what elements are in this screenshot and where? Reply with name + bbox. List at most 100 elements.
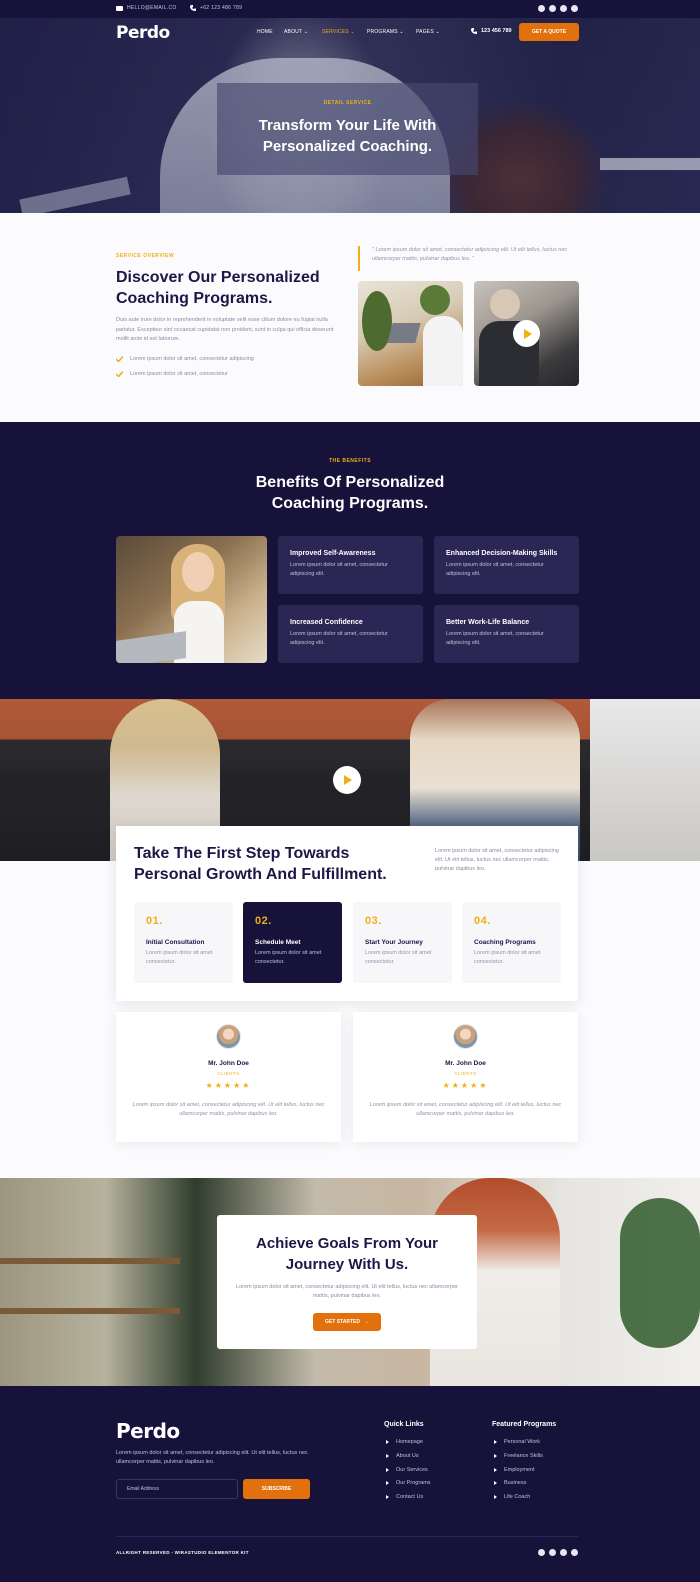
- facebook-icon[interactable]: [538, 1549, 545, 1556]
- testimonial-card: Mr. John Doe CLIENTS ★★★★★ Lorem ipsum d…: [116, 1012, 341, 1142]
- footer-link-label: Personal Work: [504, 1439, 540, 1445]
- step-text: Lorem ipsum dolor sit amet consectetur.: [255, 950, 322, 965]
- arrow-right-icon: →: [363, 1319, 369, 1325]
- twitter-icon[interactable]: [549, 5, 556, 12]
- benefit-text: Lorem ipsum dolor sit amet, consectetur …: [446, 562, 544, 577]
- benefit-text: Lorem ipsum dolor sit amet, consectetur …: [290, 562, 388, 577]
- featured-programs-heading: Featured Programs: [492, 1421, 557, 1428]
- get-started-label: GET STARTED: [325, 1319, 360, 1325]
- steps-title-line: Personal Growth And Fulfillment.: [134, 866, 387, 883]
- testimonial-role: CLIENTS: [217, 1071, 240, 1076]
- caret-right-icon: [386, 1468, 389, 1472]
- caret-right-icon: [494, 1481, 497, 1485]
- footer-link-label: Business: [504, 1480, 527, 1486]
- footer-link-label: Contact Us: [396, 1494, 424, 1500]
- hero-light: [19, 176, 131, 213]
- subscribe-button[interactable]: SUBSCRIBE: [243, 1479, 310, 1499]
- phone-icon: [471, 28, 477, 34]
- benefits-title: Benefits Of Personalized Coaching Progra…: [0, 472, 700, 514]
- topbar-phone[interactable]: +62 123 486 789: [190, 5, 242, 11]
- footer-link-label: Employment: [504, 1467, 535, 1473]
- topbar-email[interactable]: HELLO@EMAIL.CO: [116, 5, 177, 11]
- pinterest-icon[interactable]: [571, 1549, 578, 1556]
- footer-link-label: Freelance Skills: [504, 1453, 543, 1459]
- topbar-email-text: HELLO@EMAIL.CO: [127, 5, 177, 11]
- topbar-phone-text: +62 123 486 789: [200, 5, 243, 11]
- benefit-card: Increased Confidence Lorem ipsum dolor s…: [278, 605, 423, 663]
- logo[interactable]: Perdo: [116, 23, 170, 43]
- get-started-button[interactable]: GET STARTED →: [313, 1313, 381, 1331]
- caret-right-icon: [494, 1454, 497, 1458]
- overview-quote: " Lorem ipsum dolor sit amet, consectetu…: [358, 246, 578, 271]
- hero-light: [600, 158, 700, 170]
- footer-program-link[interactable]: Employment: [494, 1467, 535, 1473]
- play-icon[interactable]: [513, 320, 540, 347]
- step-text: Lorem ipsum dolor sit amet consectetur.: [146, 950, 213, 965]
- nav-services[interactable]: SERVICES ⌄: [322, 29, 355, 35]
- footer-link[interactable]: About Us: [386, 1453, 419, 1459]
- footer-logo[interactable]: Perdo: [116, 1419, 180, 1443]
- step-title: Start Your Journey: [365, 939, 423, 946]
- footer-link-label: Life Coach: [504, 1494, 531, 1500]
- step-title: Coaching Programs: [474, 939, 536, 946]
- steps-title-line: Take The First Step Towards: [134, 845, 350, 862]
- steps-text: Lorem ipsum dolor sit amet, consectetur …: [435, 848, 559, 872]
- avatar: [453, 1024, 478, 1049]
- writing-video-thumbnail[interactable]: [474, 281, 579, 386]
- step-card[interactable]: 01. Initial Consultation Lorem ipsum dol…: [134, 902, 233, 983]
- footer-link[interactable]: Contact Us: [386, 1494, 423, 1500]
- achieve-box: Achieve Goals From Your Journey With Us.…: [217, 1215, 477, 1349]
- benefit-title: Increased Confidence: [290, 619, 363, 626]
- benefit-title: Enhanced Decision-Making Skills: [446, 550, 558, 557]
- youtube-icon[interactable]: [560, 1549, 567, 1556]
- footer-divider: [116, 1536, 578, 1537]
- footer-link[interactable]: Our Programs: [386, 1480, 431, 1486]
- step-number: 02.: [255, 915, 272, 927]
- footer-link[interactable]: Our Services: [386, 1467, 428, 1473]
- star-rating-icon: ★★★★★: [205, 1081, 252, 1090]
- testimonial-name: Mr. John Doe: [208, 1060, 249, 1067]
- testimonial-role: CLIENTS: [454, 1071, 477, 1076]
- footer-program-link[interactable]: Life Coach: [494, 1494, 530, 1500]
- footer-link-label: About Us: [396, 1453, 419, 1459]
- phone-icon: [190, 5, 196, 11]
- footer-program-link[interactable]: Personal Work: [494, 1439, 540, 1445]
- play-icon[interactable]: [333, 766, 361, 794]
- check-text: Lorem ipsum dolor sit amet, consectetur: [130, 371, 228, 377]
- footer-program-link[interactable]: Business: [494, 1480, 526, 1486]
- nav-pages[interactable]: PAGES ⌄: [416, 29, 440, 35]
- nav-programs[interactable]: PROGRAMS ⌄: [367, 29, 404, 35]
- benefit-text: Lorem ipsum dolor sit amet, consectetur …: [290, 631, 388, 646]
- hero-eyebrow: DETAIL SERVICE: [323, 100, 372, 106]
- nav-home[interactable]: HOME: [257, 29, 273, 35]
- achieve-text: Lorem ipsum dolor sit amet, consectetur …: [236, 1284, 458, 1299]
- footer-link-label: Our Programs: [396, 1480, 431, 1486]
- step-card[interactable]: 03. Start Your Journey Lorem ipsum dolor…: [353, 902, 452, 983]
- benefit-title: Improved Self-Awareness: [290, 550, 376, 557]
- step-text: Lorem ipsum dolor sit amet consectetur.: [365, 950, 432, 965]
- footer-link[interactable]: Homepage: [386, 1439, 423, 1445]
- testimonial-card: Mr. John Doe CLIENTS ★★★★★ Lorem ipsum d…: [353, 1012, 578, 1142]
- footer-program-link[interactable]: Freelance Skills: [494, 1453, 543, 1459]
- overview-title-line: Discover Our Personalized: [116, 269, 320, 286]
- hero-title-box: DETAIL SERVICE Transform Your Life With …: [217, 83, 478, 175]
- nav-about[interactable]: ABOUT ⌄: [284, 29, 308, 35]
- mail-icon: [116, 5, 123, 11]
- step-number: 03.: [365, 915, 382, 927]
- pinterest-icon[interactable]: [571, 5, 578, 12]
- achieve-title: Achieve Goals From Your Journey With Us.: [217, 1233, 477, 1275]
- step-card[interactable]: 04. Coaching Programs Lorem ipsum dolor …: [462, 902, 561, 983]
- overview-check-item: Lorem ipsum dolor sit amet, consectetur …: [116, 356, 254, 362]
- facebook-icon[interactable]: [538, 5, 545, 12]
- benefit-title: Better Work-Life Balance: [446, 619, 530, 626]
- nav-services-label: SERVICES: [322, 29, 349, 35]
- steps-title: Take The First Step Towards Personal Gro…: [134, 843, 414, 885]
- twitter-icon[interactable]: [549, 1549, 556, 1556]
- header-phone[interactable]: 123 456 789: [471, 28, 512, 34]
- newsletter-email-input[interactable]: Email Address: [116, 1479, 238, 1499]
- caret-right-icon: [494, 1440, 497, 1444]
- step-number: 01.: [146, 915, 163, 927]
- youtube-icon[interactable]: [560, 5, 567, 12]
- get-quote-button[interactable]: GET A QUOTE: [519, 23, 579, 41]
- step-card-active[interactable]: 02. Schedule Meet Lorem ipsum dolor sit …: [243, 902, 342, 983]
